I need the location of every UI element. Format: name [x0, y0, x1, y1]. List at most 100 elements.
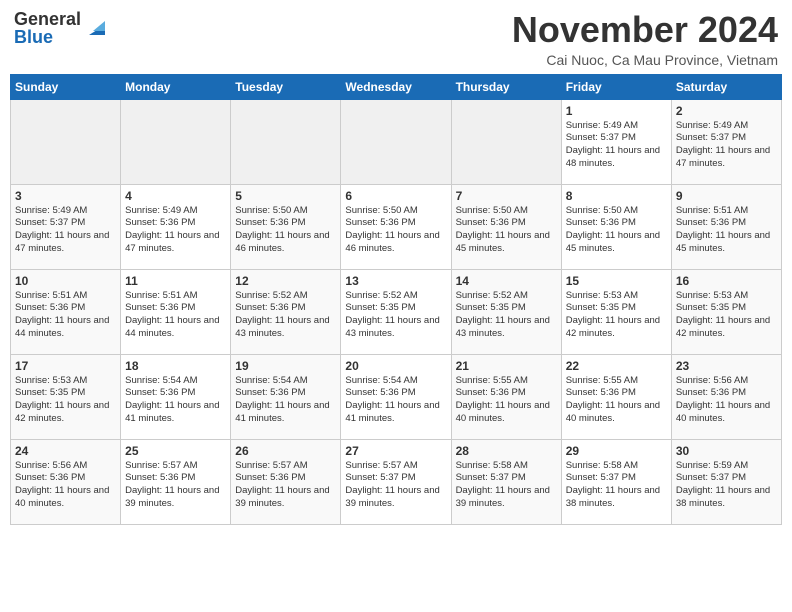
day-number: 29	[566, 444, 667, 458]
day-number: 3	[15, 189, 116, 203]
day-number: 4	[125, 189, 226, 203]
calendar-cell: 17Sunrise: 5:53 AM Sunset: 5:35 PM Dayli…	[11, 354, 121, 439]
cell-info: Sunrise: 5:49 AM Sunset: 5:37 PM Dayligh…	[566, 120, 667, 171]
calendar-cell: 18Sunrise: 5:54 AM Sunset: 5:36 PM Dayli…	[121, 354, 231, 439]
cell-info: Sunrise: 5:50 AM Sunset: 5:36 PM Dayligh…	[566, 205, 667, 256]
cell-info: Sunrise: 5:50 AM Sunset: 5:36 PM Dayligh…	[345, 205, 446, 256]
calendar-table: SundayMondayTuesdayWednesdayThursdayFrid…	[10, 74, 782, 525]
cell-info: Sunrise: 5:49 AM Sunset: 5:37 PM Dayligh…	[676, 120, 777, 171]
calendar-cell: 21 Sunrise: 5:55 AM Sunset: 5:36 PM Dayli…	[451, 354, 561, 439]
calendar-cell: 5 Sunrise: 5:50 AM Sunset: 5:36 PM Daylig…	[231, 184, 341, 269]
calendar-cell: 24 Sunrise: 5:56 AM Sunset: 5:36 PM Dayli…	[11, 439, 121, 524]
calendar-week-row: 24 Sunrise: 5:56 AM Sunset: 5:36 PM Dayli…	[11, 439, 782, 524]
cell-info: Sunrise: 5:52 AM Sunset: 5:35 PM Dayligh…	[456, 290, 557, 341]
cell-info: Sunrise: 5:53 AM Sunset: 5:35 PM Dayligh…	[676, 290, 777, 341]
logo-blue: Blue	[14, 28, 81, 46]
weekday-header: Tuesday	[231, 74, 341, 99]
day-number: 5	[235, 189, 336, 203]
day-number: 19	[235, 359, 336, 373]
calendar-cell: 2 Sunrise: 5:49 AM Sunset: 5:37 PM Daylig…	[671, 99, 781, 184]
cell-info: Sunrise: 5:51 AM Sunset: 5:36 PM Dayligh…	[15, 290, 116, 341]
day-number: 20	[345, 359, 446, 373]
calendar-cell: 23Sunrise: 5:56 AM Sunset: 5:36 PM Dayli…	[671, 354, 781, 439]
weekday-header: Thursday	[451, 74, 561, 99]
calendar-cell: 25 Sunrise: 5:57 AM Sunset: 5:36 PM Dayli…	[121, 439, 231, 524]
calendar-week-row: 1 Sunrise: 5:49 AM Sunset: 5:37 PM Daylig…	[11, 99, 782, 184]
calendar-cell: 26Sunrise: 5:57 AM Sunset: 5:36 PM Dayli…	[231, 439, 341, 524]
weekday-header: Saturday	[671, 74, 781, 99]
day-number: 25	[125, 444, 226, 458]
day-number: 6	[345, 189, 446, 203]
calendar-week-row: 17Sunrise: 5:53 AM Sunset: 5:35 PM Dayli…	[11, 354, 782, 439]
day-number: 8	[566, 189, 667, 203]
cell-info: Sunrise: 5:52 AM Sunset: 5:36 PM Dayligh…	[235, 290, 336, 341]
cell-info: Sunrise: 5:59 AM Sunset: 5:37 PM Dayligh…	[676, 460, 777, 511]
calendar-cell	[341, 99, 451, 184]
day-number: 17	[15, 359, 116, 373]
calendar-cell: 28Sunrise: 5:58 AM Sunset: 5:37 PM Dayli…	[451, 439, 561, 524]
cell-info: Sunrise: 5:57 AM Sunset: 5:36 PM Dayligh…	[125, 460, 226, 511]
calendar-cell	[231, 99, 341, 184]
day-number: 9	[676, 189, 777, 203]
day-number: 22	[566, 359, 667, 373]
calendar-header-row: SundayMondayTuesdayWednesdayThursdayFrid…	[11, 74, 782, 99]
calendar-cell: 16 Sunrise: 5:53 AM Sunset: 5:35 PM Dayli…	[671, 269, 781, 354]
cell-info: Sunrise: 5:57 AM Sunset: 5:37 PM Dayligh…	[345, 460, 446, 511]
calendar-cell: 20 Sunrise: 5:54 AM Sunset: 5:36 PM Dayli…	[341, 354, 451, 439]
logo-general: General	[14, 10, 81, 28]
logo-icon	[83, 17, 105, 39]
page-header: General Blue November 2024 Cai Nuoc, Ca …	[10, 10, 782, 68]
cell-info: Sunrise: 5:56 AM Sunset: 5:36 PM Dayligh…	[15, 460, 116, 511]
day-number: 11	[125, 274, 226, 288]
day-number: 14	[456, 274, 557, 288]
cell-info: Sunrise: 5:49 AM Sunset: 5:36 PM Dayligh…	[125, 205, 226, 256]
calendar-cell: 15Sunrise: 5:53 AM Sunset: 5:35 PM Dayli…	[561, 269, 671, 354]
cell-info: Sunrise: 5:55 AM Sunset: 5:36 PM Dayligh…	[456, 375, 557, 426]
title-block: November 2024 Cai Nuoc, Ca Mau Province,…	[512, 10, 778, 68]
calendar-cell	[11, 99, 121, 184]
weekday-header: Sunday	[11, 74, 121, 99]
cell-info: Sunrise: 5:52 AM Sunset: 5:35 PM Dayligh…	[345, 290, 446, 341]
cell-info: Sunrise: 5:54 AM Sunset: 5:36 PM Dayligh…	[345, 375, 446, 426]
cell-info: Sunrise: 5:58 AM Sunset: 5:37 PM Dayligh…	[456, 460, 557, 511]
cell-info: Sunrise: 5:51 AM Sunset: 5:36 PM Dayligh…	[125, 290, 226, 341]
calendar-cell: 8 Sunrise: 5:50 AM Sunset: 5:36 PM Daylig…	[561, 184, 671, 269]
day-number: 12	[235, 274, 336, 288]
calendar-body: 1 Sunrise: 5:49 AM Sunset: 5:37 PM Daylig…	[11, 99, 782, 524]
location: Cai Nuoc, Ca Mau Province, Vietnam	[512, 52, 778, 68]
weekday-header: Monday	[121, 74, 231, 99]
cell-info: Sunrise: 5:56 AM Sunset: 5:36 PM Dayligh…	[676, 375, 777, 426]
day-number: 26	[235, 444, 336, 458]
day-number: 24	[15, 444, 116, 458]
day-number: 10	[15, 274, 116, 288]
cell-info: Sunrise: 5:53 AM Sunset: 5:35 PM Dayligh…	[566, 290, 667, 341]
calendar-cell: 19 Sunrise: 5:54 AM Sunset: 5:36 PM Dayli…	[231, 354, 341, 439]
calendar-cell: 1 Sunrise: 5:49 AM Sunset: 5:37 PM Daylig…	[561, 99, 671, 184]
weekday-header: Wednesday	[341, 74, 451, 99]
cell-info: Sunrise: 5:51 AM Sunset: 5:36 PM Dayligh…	[676, 205, 777, 256]
cell-info: Sunrise: 5:54 AM Sunset: 5:36 PM Dayligh…	[235, 375, 336, 426]
day-number: 2	[676, 104, 777, 118]
calendar-cell: 14 Sunrise: 5:52 AM Sunset: 5:35 PM Dayli…	[451, 269, 561, 354]
calendar-week-row: 10 Sunrise: 5:51 AM Sunset: 5:36 PM Dayli…	[11, 269, 782, 354]
cell-info: Sunrise: 5:49 AM Sunset: 5:37 PM Dayligh…	[15, 205, 116, 256]
logo: General Blue	[14, 10, 105, 46]
cell-info: Sunrise: 5:50 AM Sunset: 5:36 PM Dayligh…	[235, 205, 336, 256]
calendar-cell: 12 Sunrise: 5:52 AM Sunset: 5:36 PM Dayli…	[231, 269, 341, 354]
day-number: 16	[676, 274, 777, 288]
calendar-cell	[451, 99, 561, 184]
calendar-cell: 13 Sunrise: 5:52 AM Sunset: 5:35 PM Dayli…	[341, 269, 451, 354]
calendar-cell: 29Sunrise: 5:58 AM Sunset: 5:37 PM Dayli…	[561, 439, 671, 524]
weekday-header: Friday	[561, 74, 671, 99]
calendar-cell: 30Sunrise: 5:59 AM Sunset: 5:37 PM Dayli…	[671, 439, 781, 524]
day-number: 7	[456, 189, 557, 203]
day-number: 1	[566, 104, 667, 118]
calendar-week-row: 3 Sunrise: 5:49 AM Sunset: 5:37 PM Daylig…	[11, 184, 782, 269]
calendar-cell: 4 Sunrise: 5:49 AM Sunset: 5:36 PM Daylig…	[121, 184, 231, 269]
calendar-cell: 6 Sunrise: 5:50 AM Sunset: 5:36 PM Daylig…	[341, 184, 451, 269]
month-title: November 2024	[512, 10, 778, 50]
day-number: 13	[345, 274, 446, 288]
cell-info: Sunrise: 5:55 AM Sunset: 5:36 PM Dayligh…	[566, 375, 667, 426]
cell-info: Sunrise: 5:50 AM Sunset: 5:36 PM Dayligh…	[456, 205, 557, 256]
day-number: 21	[456, 359, 557, 373]
